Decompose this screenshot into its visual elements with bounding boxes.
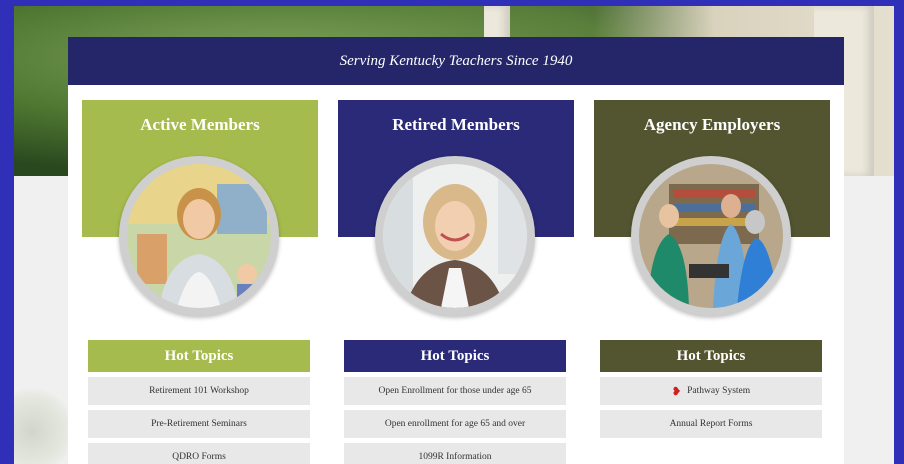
- hot-topic-label: QDRO Forms: [172, 452, 226, 462]
- hot-topic-link[interactable]: Retirement 101 Workshop: [88, 377, 310, 405]
- hot-topic-link[interactable]: Open enrollment for age 65 and over: [344, 410, 566, 438]
- hot-topic-label: Pathway System: [687, 386, 751, 396]
- teacher-photo: [127, 164, 271, 308]
- hot-topic-label: Open enrollment for age 65 and over: [384, 419, 526, 429]
- hot-topics-title: Hot Topics: [164, 347, 234, 364]
- hot-topics-title: Hot Topics: [420, 347, 490, 364]
- hot-topic-link[interactable]: Pre-Retirement Seminars: [88, 410, 310, 438]
- retiree-photo: [383, 164, 527, 308]
- hot-topic-link[interactable]: QDRO Forms: [88, 443, 310, 464]
- employers-photo: [639, 164, 783, 308]
- active-members-photo[interactable]: [119, 156, 279, 316]
- column-title: Agency Employers: [643, 115, 781, 134]
- hot-topic-label: Pre-Retirement Seminars: [151, 419, 247, 429]
- agency-employers-photo[interactable]: [631, 156, 791, 316]
- hot-topic-label: 1099R Information: [418, 452, 492, 462]
- hot-topic-label: Open Enrollment for those under age 65: [378, 386, 532, 396]
- hot-topic-link[interactable]: Open Enrollment for those under age 65: [344, 377, 566, 405]
- tagline-text: Serving Kentucky Teachers Since 1940: [339, 52, 573, 69]
- hot-topics-header: Hot Topics: [88, 340, 310, 372]
- column-title: Retired Members: [392, 115, 520, 134]
- page-frame: Serving Kentucky Teachers Since 1940 Act…: [14, 6, 894, 464]
- hot-topic-label: Retirement 101 Workshop: [149, 386, 249, 396]
- hot-topics-header: Hot Topics: [600, 340, 822, 372]
- hot-topics-title: Hot Topics: [676, 347, 746, 364]
- hot-topic-label: Annual Report Forms: [669, 419, 753, 429]
- hot-topics-header: Hot Topics: [344, 340, 566, 372]
- decorative-leaf: [14, 386, 74, 464]
- main-panel: Serving Kentucky Teachers Since 1940 Act…: [68, 37, 844, 464]
- pathway-icon: ❥: [671, 385, 682, 398]
- retired-members-photo[interactable]: [375, 156, 535, 316]
- hot-topic-link[interactable]: 1099R Information: [344, 443, 566, 464]
- column-title: Active Members: [140, 115, 260, 134]
- hot-topic-link[interactable]: Annual Report Forms: [600, 410, 822, 438]
- hot-topic-link[interactable]: ❥ Pathway System: [600, 377, 822, 405]
- tagline-banner: Serving Kentucky Teachers Since 1940: [68, 37, 844, 85]
